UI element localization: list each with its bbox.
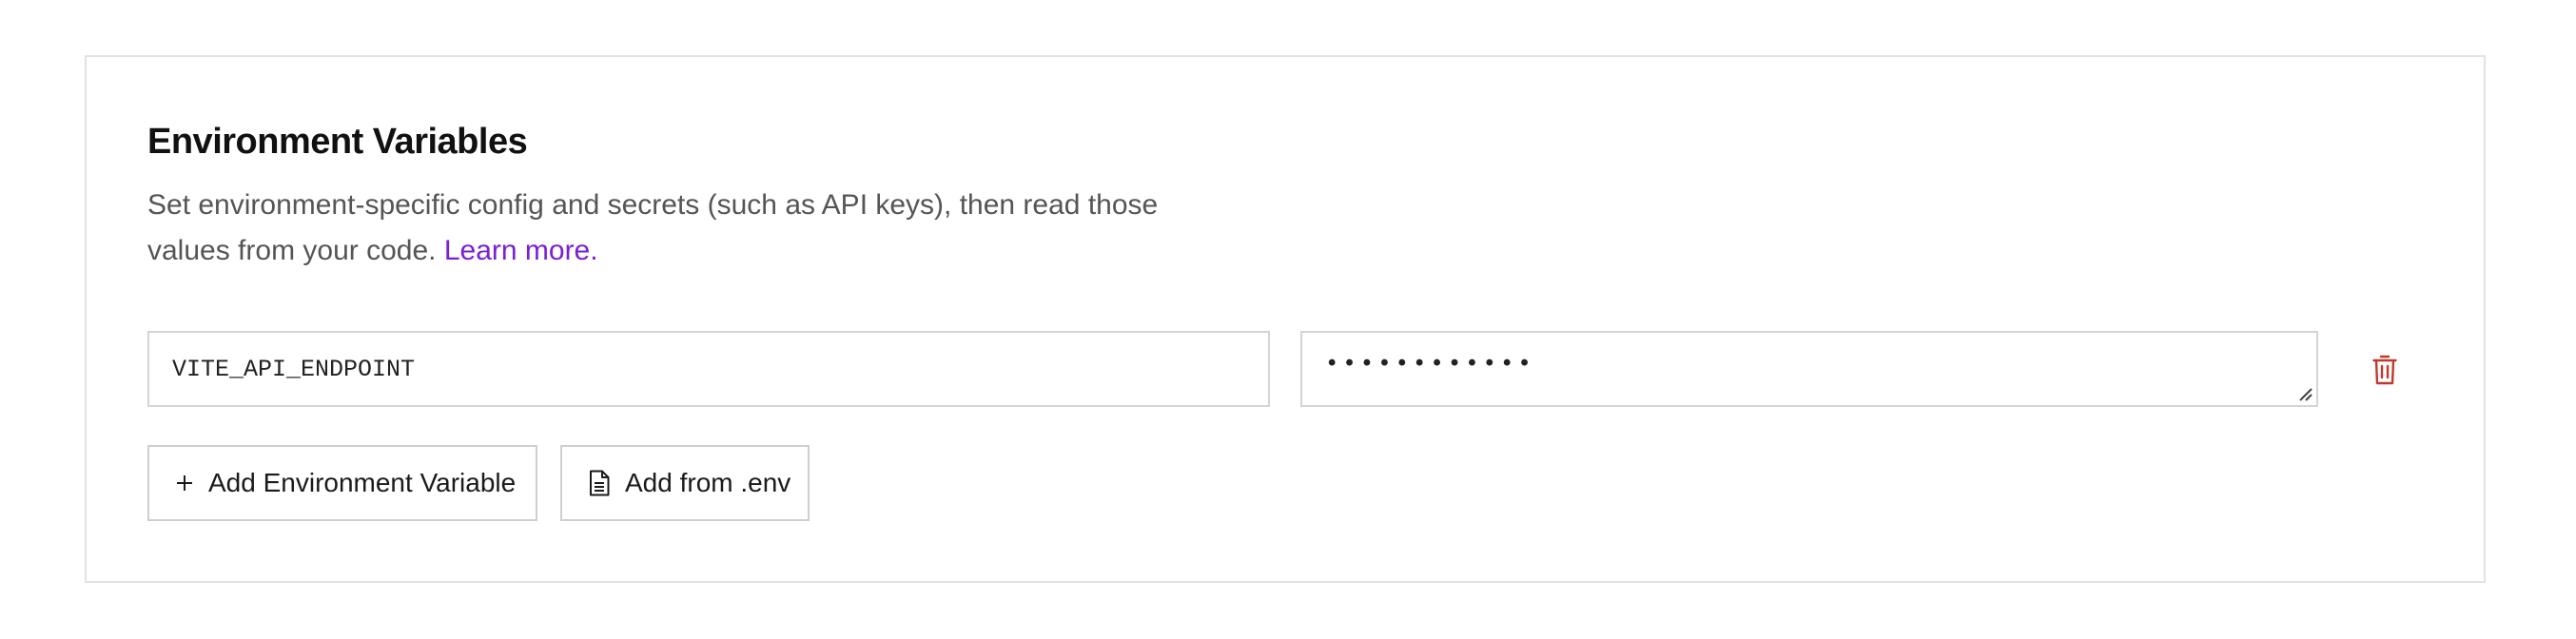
env-key-input[interactable]: VITE_API_ENDPOINT <box>147 331 1270 407</box>
trash-icon <box>2372 355 2397 385</box>
environment-variables-card: Environment Variables Set environment-sp… <box>85 55 2486 583</box>
learn-more-link[interactable]: Learn more. <box>444 235 598 266</box>
add-from-env-button[interactable]: Add from .env <box>560 445 810 521</box>
env-value-masked: •••••••••••• <box>1325 352 1535 378</box>
description-text: Set environment-specific config and secr… <box>147 189 1159 266</box>
delete-variable-button[interactable] <box>2368 352 2402 388</box>
env-value-textarea[interactable]: •••••••••••• <box>1300 331 2318 407</box>
section-title: Environment Variables <box>147 122 528 162</box>
add-environment-variable-button[interactable]: Add Environment Variable <box>147 445 537 521</box>
plus-icon <box>176 474 193 492</box>
add-environment-variable-label: Add Environment Variable <box>208 468 517 497</box>
section-description: Set environment-specific config and secr… <box>147 183 1232 274</box>
add-from-env-label: Add from .env <box>625 468 791 497</box>
resize-grip-icon[interactable] <box>2297 386 2313 401</box>
env-key-value: VITE_API_ENDPOINT <box>172 355 416 383</box>
document-icon <box>589 470 610 496</box>
